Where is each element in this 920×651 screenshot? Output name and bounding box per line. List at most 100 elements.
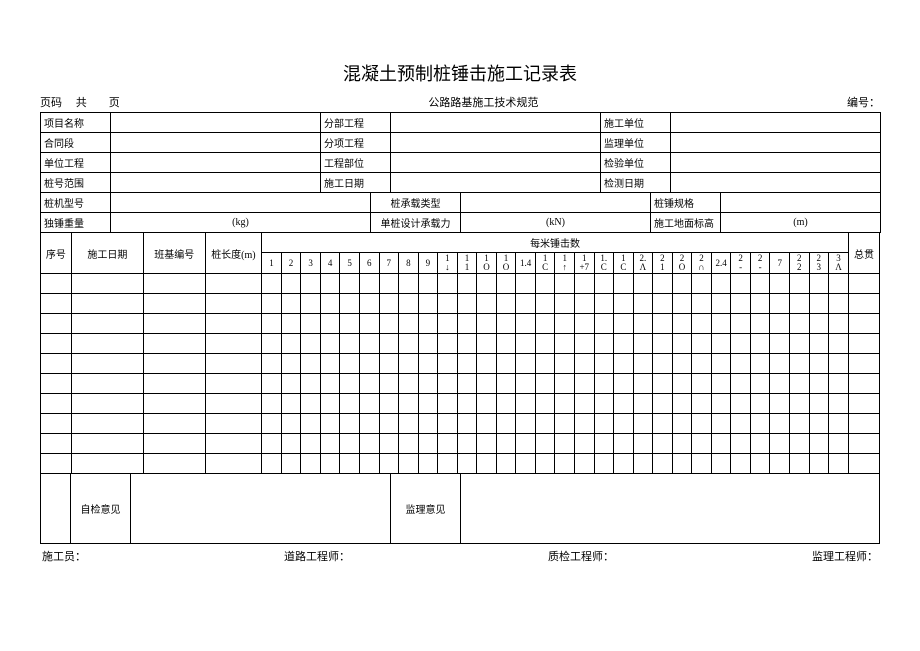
cell — [672, 354, 692, 374]
cell — [143, 374, 205, 394]
cell — [41, 414, 72, 434]
cell — [594, 294, 614, 314]
cell — [731, 374, 751, 394]
cell — [535, 374, 555, 394]
cell — [438, 434, 458, 454]
cell — [653, 294, 673, 314]
cell — [477, 434, 497, 454]
cell — [496, 314, 516, 334]
col-num: 1 1 — [457, 253, 477, 274]
cell — [205, 294, 262, 314]
cell — [320, 454, 340, 474]
cell — [614, 394, 634, 414]
lbl-pile-type: 桩承载类型 — [371, 193, 461, 213]
cell — [262, 454, 282, 474]
cell — [399, 454, 419, 474]
cell — [809, 274, 829, 294]
cell — [653, 454, 673, 474]
cell — [711, 274, 731, 294]
cell — [731, 394, 751, 414]
cell — [262, 274, 282, 294]
cell — [379, 434, 399, 454]
cell — [731, 314, 751, 334]
col-num: 8 — [399, 253, 419, 274]
val — [671, 113, 881, 133]
cell — [205, 454, 262, 474]
cell — [809, 434, 829, 454]
col-num: 3 — [301, 253, 321, 274]
cell — [535, 274, 555, 294]
cell — [653, 434, 673, 454]
cell — [614, 334, 634, 354]
cell — [281, 454, 301, 474]
cell — [320, 334, 340, 354]
cell — [711, 294, 731, 314]
cell — [770, 394, 790, 414]
cell — [672, 374, 692, 394]
cell — [770, 374, 790, 394]
cell — [301, 354, 321, 374]
cell — [418, 334, 438, 354]
cell — [41, 434, 72, 454]
val — [391, 113, 601, 133]
cell — [320, 434, 340, 454]
cell — [594, 414, 614, 434]
cell — [205, 314, 262, 334]
cell — [359, 334, 379, 354]
cell — [829, 374, 849, 394]
cell — [633, 394, 653, 414]
cell — [789, 454, 809, 474]
cell — [262, 374, 282, 394]
cell — [71, 274, 143, 294]
hammer-unit: (kg) — [111, 213, 371, 233]
cell — [379, 454, 399, 474]
cell — [438, 334, 458, 354]
col-num: 2 3 — [809, 253, 829, 274]
cell — [633, 294, 653, 314]
cell — [809, 314, 829, 334]
lbl-construct-unit: 施工单位 — [601, 113, 671, 133]
cell — [555, 394, 575, 414]
col-num: 7 — [770, 253, 790, 274]
cell — [809, 454, 829, 474]
cell — [789, 374, 809, 394]
page-num-label: 页码 共 页 — [40, 94, 120, 110]
cell — [418, 274, 438, 294]
cell — [477, 274, 497, 294]
cell — [848, 454, 879, 474]
cell — [614, 414, 634, 434]
col-num: 2 - — [750, 253, 770, 274]
cell — [633, 334, 653, 354]
cell — [672, 394, 692, 414]
cell — [399, 294, 419, 314]
cell — [379, 314, 399, 334]
cell — [574, 434, 594, 454]
cell — [633, 414, 653, 434]
col-num: 6 — [359, 253, 379, 274]
doc-title: 混凝土预制桩锤击施工记录表 — [40, 60, 880, 86]
col-num: 7 — [379, 253, 399, 274]
cell — [750, 374, 770, 394]
cell — [731, 454, 751, 474]
lbl-super-opinion: 监理意见 — [391, 474, 461, 544]
cell — [789, 314, 809, 334]
cell — [399, 274, 419, 294]
col-num: 2 2 — [789, 253, 809, 274]
cell — [672, 454, 692, 474]
cell — [477, 334, 497, 354]
cell — [477, 374, 497, 394]
cell — [71, 334, 143, 354]
cell — [750, 334, 770, 354]
cell — [301, 314, 321, 334]
cell — [633, 274, 653, 294]
col-num: 2. Λ — [633, 253, 653, 274]
cell — [770, 314, 790, 334]
cell — [262, 414, 282, 434]
cell — [262, 334, 282, 354]
cell — [731, 434, 751, 454]
cell — [477, 414, 497, 434]
cell — [574, 334, 594, 354]
cell — [750, 454, 770, 474]
cell — [829, 414, 849, 434]
cell — [653, 334, 673, 354]
